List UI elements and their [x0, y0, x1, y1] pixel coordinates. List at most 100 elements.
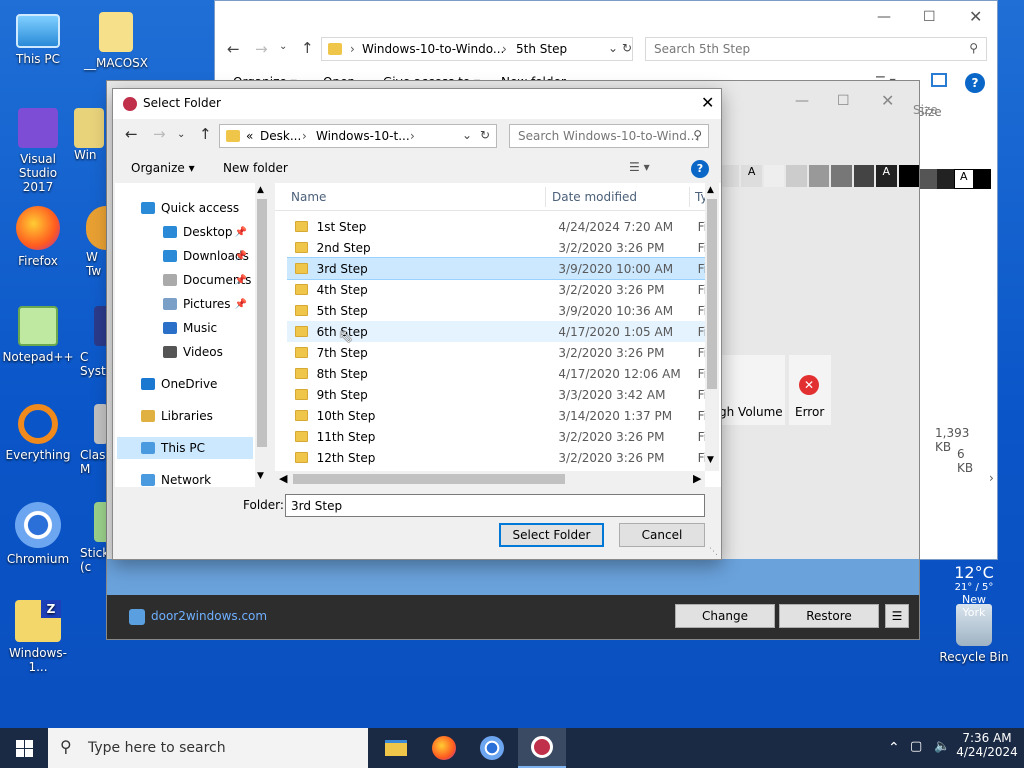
organize-menu[interactable]: Organize ▾: [131, 161, 195, 175]
file-row[interactable]: 10th Step 3/14/2020 1:37 PM Fi: [287, 405, 705, 426]
file-list-vscroll-thumb[interactable]: [707, 199, 717, 389]
close-icon[interactable]: ✕: [969, 7, 982, 26]
nav-item-onedrive[interactable]: OneDrive: [141, 373, 253, 395]
date-column-header[interactable]: Date modified: [552, 190, 637, 204]
nav-item-libraries[interactable]: Libraries: [141, 405, 253, 427]
recent-dropdown-icon[interactable]: ⌄: [279, 41, 287, 52]
maximize-icon[interactable]: ☐: [923, 9, 936, 25]
door2windows-link[interactable]: door2windows.com: [151, 609, 267, 623]
breadcrumb-item[interactable]: Windows-10-t...: [316, 129, 410, 143]
file-list-hscrollbar[interactable]: ◀ ▶: [275, 471, 705, 487]
taskbar-firefox[interactable]: [420, 728, 468, 768]
minimize-icon[interactable]: —: [877, 9, 891, 25]
chevron-down-icon[interactable]: ⌄: [462, 128, 472, 142]
menu-icon[interactable]: ☰: [885, 604, 909, 628]
name-column-header[interactable]: Name: [291, 190, 326, 204]
taskbar-clock[interactable]: 7:36 AM 4/24/2024: [956, 731, 1018, 759]
file-row[interactable]: 1st Step 4/24/2024 7:20 AM Fi: [287, 216, 705, 237]
scroll-right-icon[interactable]: ▶: [693, 472, 701, 485]
nav-item-downloads[interactable]: Downloads 📌: [163, 245, 253, 267]
error-tile[interactable]: ✕ Error: [789, 355, 831, 425]
breadcrumb-item[interactable]: Desk...: [260, 129, 301, 143]
up-arrow-icon[interactable]: ↑: [199, 125, 212, 143]
desktop-icon-firefox[interactable]: Firefox: [2, 206, 74, 268]
change-button[interactable]: Change: [675, 604, 775, 628]
file-row[interactable]: 5th Step 3/9/2020 10:36 AM Fi: [287, 300, 705, 321]
restore-button[interactable]: Restore: [779, 604, 879, 628]
taskbar-active-app[interactable]: [518, 728, 566, 768]
nav-item-videos[interactable]: Videos: [163, 341, 253, 363]
scroll-down-icon[interactable]: ▼: [707, 455, 714, 465]
refresh-icon[interactable]: ↻: [480, 128, 490, 142]
forward-arrow-icon[interactable]: →: [255, 40, 268, 58]
desktop-icon-notepadpp[interactable]: Notepad++: [2, 306, 74, 364]
desktop-icon-macosx[interactable]: __MACOSX: [80, 12, 152, 70]
cancel-button[interactable]: Cancel: [619, 523, 705, 547]
column-divider[interactable]: [689, 187, 690, 207]
nav-item-pictures[interactable]: Pictures 📌: [163, 293, 253, 315]
taskbar-file-explorer[interactable]: [372, 728, 420, 768]
nav-item-quick-access[interactable]: Quick access: [141, 197, 253, 219]
address-bar[interactable]: › Windows-10-to-Windo... › 5th Step ⌄ ↻: [321, 37, 633, 61]
volume-muted-icon[interactable]: 🔈: [934, 739, 950, 754]
scroll-up-icon[interactable]: ▲: [707, 185, 714, 195]
back-arrow-icon[interactable]: ←: [227, 40, 240, 58]
folder-input[interactable]: 3rd Step: [285, 494, 705, 517]
new-folder-button[interactable]: New folder: [223, 161, 288, 175]
breadcrumb-item[interactable]: Windows-10-to-Windo...: [362, 42, 504, 56]
resize-grip-icon[interactable]: ⋱: [709, 547, 718, 557]
nav-item-network[interactable]: Network: [141, 469, 253, 487]
taskbar-search-box[interactable]: ⚲ Type here to search: [48, 728, 368, 768]
desktop-icon-visual-studio[interactable]: Visual Studio 2017: [2, 108, 74, 194]
desktop-icon-everything[interactable]: Everything: [2, 404, 74, 462]
scroll-right-icon[interactable]: ›: [989, 471, 994, 485]
nav-item-this-pc[interactable]: This PC: [117, 437, 253, 459]
nav-scroll-thumb[interactable]: [257, 199, 267, 447]
chevron-down-icon[interactable]: ⌄: [608, 41, 618, 55]
desktop-icon-win[interactable]: Win: [74, 108, 110, 162]
preview-pane-icon[interactable]: [931, 73, 947, 87]
dialog-search-input[interactable]: Search Windows-10-to-Wind... ⚲: [509, 124, 709, 148]
maximize-icon[interactable]: ☐: [837, 93, 850, 109]
up-arrow-icon[interactable]: ↑: [301, 39, 314, 57]
close-icon[interactable]: ✕: [701, 93, 714, 112]
nav-item-documents[interactable]: Documents 📌: [163, 269, 253, 291]
file-row[interactable]: 12th Step 3/2/2020 3:26 PM Fi: [287, 447, 705, 468]
scroll-up-icon[interactable]: ▲: [257, 185, 264, 195]
taskbar-chromium[interactable]: [468, 728, 516, 768]
view-options-icon[interactable]: ☰ ▾: [629, 160, 650, 174]
scroll-left-icon[interactable]: ◀: [279, 472, 287, 485]
file-row[interactable]: 3rd Step 3/9/2020 10:00 AM Fi: [287, 257, 705, 280]
close-icon[interactable]: ✕: [881, 91, 894, 110]
file-list-hscroll-thumb[interactable]: [293, 474, 565, 484]
forward-arrow-icon[interactable]: →: [153, 125, 166, 143]
column-divider[interactable]: [545, 187, 546, 207]
network-icon[interactable]: ▢: [910, 739, 922, 754]
nav-scrollbar[interactable]: ▲ ▼: [255, 183, 269, 487]
explorer-search-input[interactable]: Search 5th Step ⚲: [645, 37, 987, 61]
breadcrumb-item[interactable]: 5th Step: [516, 42, 567, 56]
help-icon[interactable]: ?: [965, 73, 985, 93]
nav-item-desktop[interactable]: Desktop 📌: [163, 221, 253, 243]
back-arrow-icon[interactable]: ←: [125, 125, 138, 143]
breadcrumb-overflow[interactable]: «: [246, 129, 253, 143]
desktop-icon-chromium[interactable]: Chromium: [2, 502, 74, 566]
start-button[interactable]: [0, 728, 48, 768]
file-row[interactable]: 2nd Step 3/2/2020 3:26 PM Fi: [287, 237, 705, 258]
file-row[interactable]: 9th Step 3/3/2020 3:42 AM Fi: [287, 384, 705, 405]
file-row[interactable]: 11th Step 3/2/2020 3:26 PM Fi: [287, 426, 705, 447]
dialog-address-bar[interactable]: « Desk... › Windows-10-t... › ⌄ ↻: [219, 124, 497, 148]
file-list-vscrollbar[interactable]: ▲ ▼: [705, 183, 719, 471]
desktop-icon-windows-zip[interactable]: Z Windows-1...: [2, 600, 74, 674]
volume-tile[interactable]: gh Volume: [719, 355, 785, 425]
minimize-icon[interactable]: —: [795, 93, 809, 109]
help-icon[interactable]: ?: [691, 160, 709, 178]
desktop-icon-this-pc[interactable]: This PC: [2, 12, 74, 66]
file-row[interactable]: 8th Step 4/17/2020 12:06 AM Fi: [287, 363, 705, 384]
refresh-icon[interactable]: ↻: [622, 41, 632, 55]
file-row[interactable]: 4th Step 3/2/2020 3:26 PM Fi: [287, 279, 705, 300]
select-folder-button[interactable]: Select Folder: [499, 523, 604, 547]
nav-item-music[interactable]: Music: [163, 317, 253, 339]
scroll-down-icon[interactable]: ▼: [257, 471, 264, 481]
chevron-up-icon[interactable]: ⌃: [888, 740, 900, 756]
